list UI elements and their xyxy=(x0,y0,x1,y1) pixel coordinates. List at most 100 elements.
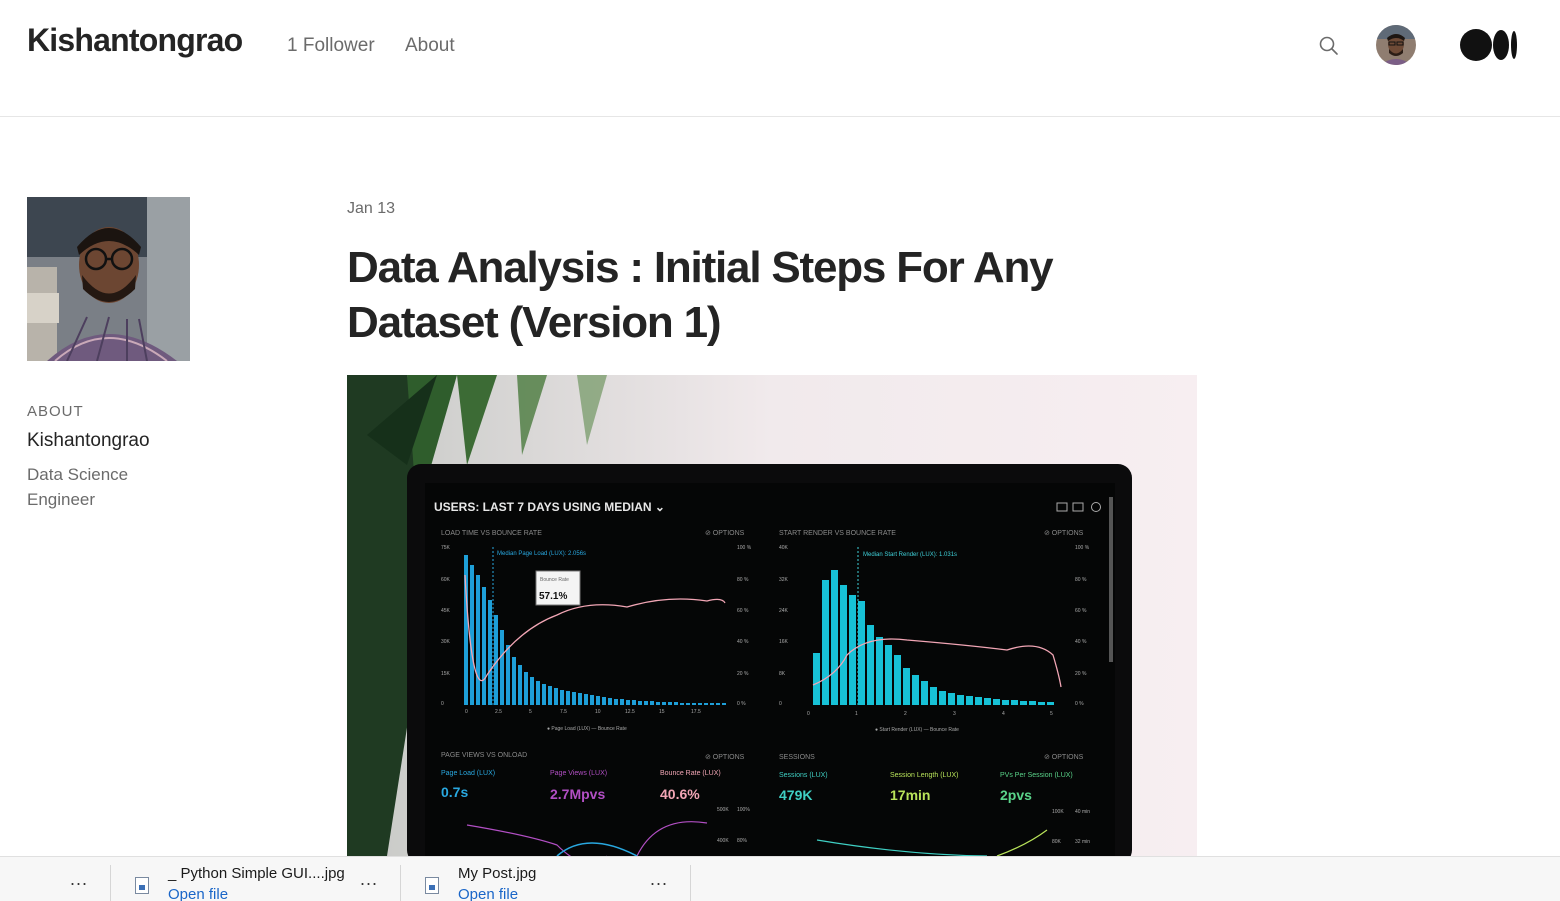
author-photo xyxy=(27,197,190,361)
svg-text:LOAD TIME VS BOUNCE RATE: LOAD TIME VS BOUNCE RATE xyxy=(441,530,542,537)
download-filename[interactable]: _ Python Simple GUI....jpg xyxy=(168,865,345,882)
svg-text:PAGE VIEWS VS ONLOAD: PAGE VIEWS VS ONLOAD xyxy=(441,752,527,759)
svg-text:● Start Render (LUX) — Bounc: ● Start Render (LUX) — Bounce Rate xyxy=(875,727,959,733)
svg-text:2pvs: 2pvs xyxy=(1000,787,1032,803)
svg-text:40K: 40K xyxy=(779,545,789,551)
svg-text:57.1%: 57.1% xyxy=(539,591,567,602)
svg-text:0: 0 xyxy=(441,701,444,707)
image-file-icon xyxy=(425,877,439,894)
svg-text:100K: 100K xyxy=(1052,809,1064,815)
svg-text:40.6%: 40.6% xyxy=(660,786,700,802)
open-file-link[interactable]: Open file xyxy=(458,886,518,901)
svg-text:⊘ OPTIONS: ⊘ OPTIONS xyxy=(1044,530,1084,537)
about-heading: ABOUT xyxy=(27,403,84,420)
svg-text:Session Length (LUX): Session Length (LUX) xyxy=(890,772,958,779)
open-file-link[interactable]: Open file xyxy=(168,886,228,901)
svg-text:0: 0 xyxy=(807,711,810,717)
svg-text:● Page Load (LUX) — Bounce R: ● Page Load (LUX) — Bounce Rate xyxy=(547,726,627,732)
svg-text:15: 15 xyxy=(659,709,665,715)
top-navigation: Kishantongrao 1 Follower About xyxy=(0,0,1560,117)
download-bar: ... _ Python Simple GUI....jpg Open file… xyxy=(0,856,1560,901)
svg-text:60 %: 60 % xyxy=(737,608,749,614)
divider xyxy=(110,865,111,901)
svg-text:2.5: 2.5 xyxy=(495,709,502,715)
hero-image[interactable]: USERS: LAST 7 DAYS USING MEDIAN ⌄ LOAD T… xyxy=(347,375,1197,856)
svg-text:7.5: 7.5 xyxy=(560,709,567,715)
svg-text:40 %: 40 % xyxy=(1075,639,1087,645)
svg-text:SESSIONS: SESSIONS xyxy=(779,754,815,761)
svg-text:12.5: 12.5 xyxy=(625,709,635,715)
author-name[interactable]: Kishantongrao xyxy=(27,430,150,452)
download-item-more-button[interactable]: ... xyxy=(650,869,668,890)
svg-text:20 %: 20 % xyxy=(737,671,749,677)
svg-text:Sessions (LUX): Sessions (LUX) xyxy=(779,772,828,779)
divider xyxy=(400,865,401,901)
svg-text:Bounce Rate: Bounce Rate xyxy=(540,577,569,583)
svg-text:30K: 30K xyxy=(441,639,451,645)
svg-text:24K: 24K xyxy=(779,608,789,614)
svg-text:75K: 75K xyxy=(441,545,451,551)
svg-text:START RENDER VS BOUNCE RATE: START RENDER VS BOUNCE RATE xyxy=(779,530,896,537)
svg-text:20 %: 20 % xyxy=(1075,671,1087,677)
svg-text:40 %: 40 % xyxy=(737,639,749,645)
svg-text:17min: 17min xyxy=(890,787,930,803)
svg-text:80%: 80% xyxy=(737,838,748,844)
svg-text:2: 2 xyxy=(904,711,907,717)
about-link[interactable]: About xyxy=(405,35,455,57)
download-more-button[interactable]: ... xyxy=(70,869,88,890)
svg-text:80 %: 80 % xyxy=(737,577,749,583)
svg-text:100%: 100% xyxy=(737,807,750,813)
author-bio: Data Science Engineer xyxy=(27,465,129,509)
svg-text:Median Start Render (LUX): 1.0: Median Start Render (LUX): 1.031s xyxy=(863,552,957,558)
svg-text:15K: 15K xyxy=(441,671,451,677)
divider xyxy=(690,865,691,901)
svg-text:40 min: 40 min xyxy=(1075,809,1090,815)
post-date: Jan 13 xyxy=(347,200,396,217)
svg-text:0 %: 0 % xyxy=(1075,701,1084,707)
svg-text:100 %: 100 % xyxy=(1075,545,1090,551)
svg-text:⊘ OPTIONS: ⊘ OPTIONS xyxy=(705,530,745,537)
svg-text:PVs Per Session (LUX): PVs Per Session (LUX) xyxy=(1000,772,1073,779)
svg-text:45K: 45K xyxy=(441,608,451,614)
download-item-more-button[interactable]: ... xyxy=(360,869,378,890)
svg-text:0.7s: 0.7s xyxy=(441,784,468,800)
svg-text:0: 0 xyxy=(779,701,782,707)
user-avatar[interactable] xyxy=(1376,25,1416,65)
site-title[interactable]: Kishantongrao xyxy=(27,22,243,59)
svg-text:8K: 8K xyxy=(779,671,786,677)
svg-text:17.5: 17.5 xyxy=(691,709,701,715)
svg-text:⊘ OPTIONS: ⊘ OPTIONS xyxy=(705,754,745,761)
svg-text:1: 1 xyxy=(855,711,858,717)
search-icon[interactable] xyxy=(1317,34,1341,58)
svg-text:5: 5 xyxy=(1050,711,1053,717)
post-title[interactable]: Data Analysis : Initial Steps For Any Da… xyxy=(347,240,1107,350)
svg-text:2.7Mpvs: 2.7Mpvs xyxy=(550,786,605,802)
medium-logo[interactable] xyxy=(1460,29,1518,61)
svg-text:Page Views (LUX): Page Views (LUX) xyxy=(550,770,607,777)
followers-link[interactable]: 1 Follower xyxy=(287,35,375,57)
svg-text:80 %: 80 % xyxy=(1075,577,1087,583)
svg-text:USERS: LAST 7 DAYS USING MEDIA: USERS: LAST 7 DAYS USING MEDIAN ⌄ xyxy=(434,500,665,514)
svg-text:100 %: 100 % xyxy=(737,545,752,551)
svg-text:Page Load (LUX): Page Load (LUX) xyxy=(441,770,495,777)
svg-text:3: 3 xyxy=(953,711,956,717)
svg-text:10: 10 xyxy=(595,709,601,715)
svg-text:0 %: 0 % xyxy=(737,701,746,707)
svg-text:Bounce Rate (LUX): Bounce Rate (LUX) xyxy=(660,770,721,777)
svg-text:16K: 16K xyxy=(779,639,789,645)
svg-text:32 min: 32 min xyxy=(1075,839,1090,845)
svg-text:60 %: 60 % xyxy=(1075,608,1087,614)
svg-text:Median Page Load (LUX): 2.056s: Median Page Load (LUX): 2.056s xyxy=(497,551,586,557)
svg-text:479K: 479K xyxy=(779,787,812,803)
svg-text:400K: 400K xyxy=(717,838,729,844)
svg-text:5: 5 xyxy=(529,709,532,715)
download-filename[interactable]: My Post.jpg xyxy=(458,865,536,882)
svg-text:⊘ OPTIONS: ⊘ OPTIONS xyxy=(1044,754,1084,761)
svg-text:60K: 60K xyxy=(441,577,451,583)
svg-text:0: 0 xyxy=(465,709,468,715)
image-file-icon xyxy=(135,877,149,894)
svg-text:500K: 500K xyxy=(717,807,729,813)
svg-text:32K: 32K xyxy=(779,577,789,583)
svg-text:80K: 80K xyxy=(1052,839,1062,845)
svg-text:4: 4 xyxy=(1002,711,1005,717)
